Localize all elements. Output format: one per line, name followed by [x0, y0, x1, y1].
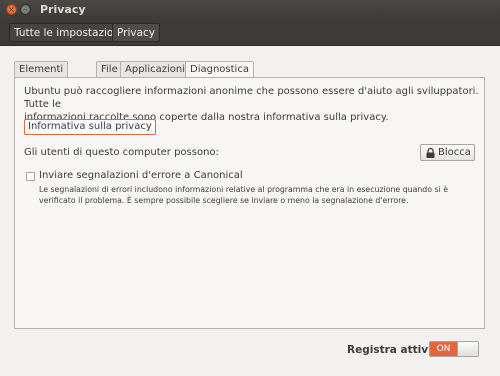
privacy-policy-button[interactable]: Informativa sulla privacy [24, 119, 156, 135]
record-activity-switch[interactable]: ON [429, 341, 479, 357]
block-button[interactable]: Blocca [420, 144, 475, 161]
tab-files[interactable]: File [96, 61, 123, 77]
breadcrumb-all-settings[interactable]: Tutte le impostazioni [9, 23, 128, 42]
block-button-label: Blocca [438, 147, 471, 158]
description-line: Ubuntu può raccogliere informazioni anon… [24, 86, 479, 110]
tab-recent-items[interactable]: Elementi recenti [14, 61, 69, 90]
switch-knob[interactable] [457, 342, 478, 356]
error-reports-description-line: Le segnalazioni di errori includono info… [39, 185, 449, 194]
breadcrumb-privacy[interactable]: Privacy [112, 23, 161, 42]
close-icon[interactable]: × [6, 4, 17, 15]
window-titlebar: × – Privacy [0, 0, 500, 20]
error-reports-label[interactable]: Inviare segnalazioni d'errore a Canonica… [39, 170, 243, 181]
toolbar: Tutte le impostazioni Privacy [0, 20, 500, 46]
switch-on-label: ON [430, 342, 457, 356]
window-title: Privacy [40, 3, 86, 16]
error-reports-description-line: verificato il problema. È sempre possibi… [39, 196, 409, 205]
lock-icon [426, 148, 435, 158]
error-reports-checkbox[interactable] [26, 172, 35, 181]
tab-diagnostics[interactable]: Diagnostica [185, 61, 254, 78]
minimize-icon[interactable]: – [20, 4, 31, 15]
error-reports-description: Le segnalazioni di errori includono info… [39, 184, 479, 206]
tab-applications[interactable]: Applicazioni [120, 61, 190, 77]
users-can-label: Gli utenti di questo computer possono: [24, 147, 219, 158]
